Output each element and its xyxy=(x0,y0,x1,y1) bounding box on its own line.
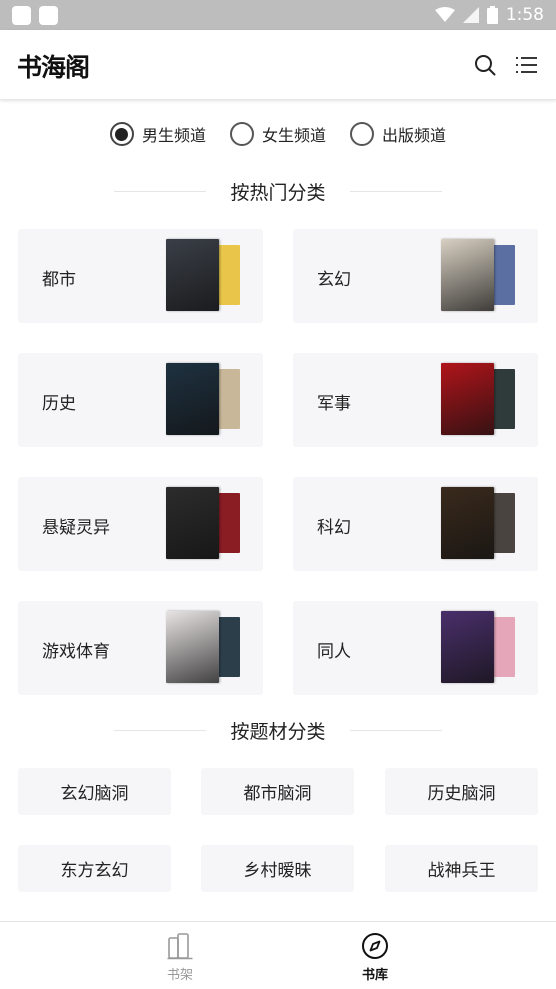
radio-unselected-icon xyxy=(229,122,254,146)
book-cover-front xyxy=(441,611,494,683)
channel-label: 出版频道 xyxy=(382,126,447,145)
compass-icon xyxy=(362,933,388,959)
channel-publish[interactable]: 出版频道 xyxy=(350,122,446,146)
search-button[interactable] xyxy=(470,50,500,80)
category-card[interactable]: 游戏体育 xyxy=(18,601,263,695)
book-cover-front xyxy=(441,363,494,435)
book-cover-front xyxy=(166,363,219,435)
book-cover-back xyxy=(491,493,515,553)
category-name: 同人 xyxy=(317,642,351,662)
signal-icon xyxy=(462,7,479,23)
search-icon xyxy=(475,55,496,76)
category-card[interactable]: 同人 xyxy=(293,601,538,695)
category-name: 悬疑灵异 xyxy=(42,518,110,538)
category-name: 游戏体育 xyxy=(42,642,110,662)
tab-label: 书架 xyxy=(166,968,193,983)
channel-male[interactable]: 男生频道 xyxy=(109,122,206,146)
clock: 1:58 xyxy=(505,5,544,25)
notification-icons xyxy=(12,5,58,25)
category-name: 玄幻 xyxy=(317,270,351,290)
category-name: 都市 xyxy=(42,270,76,290)
battery-icon xyxy=(486,6,498,24)
category-card[interactable]: 军事 xyxy=(293,353,538,447)
book-cover-back xyxy=(216,493,240,553)
book-cover-back xyxy=(491,617,515,677)
wifi-icon xyxy=(434,7,455,23)
notification-icon xyxy=(39,5,58,25)
category-card[interactable]: 都市 xyxy=(18,229,263,323)
topic-chip[interactable]: 乡村暧昧 xyxy=(201,845,354,892)
hot-section-title: 按热门分类 xyxy=(0,178,556,205)
book-cover-back xyxy=(216,369,240,429)
menu-list-icon xyxy=(516,57,537,73)
category-card[interactable]: 悬疑灵异 xyxy=(18,477,263,571)
bookshelf-icon xyxy=(167,933,193,960)
category-card[interactable]: 历史 xyxy=(18,353,263,447)
status-bar: 1:58 xyxy=(0,0,556,30)
section-heading: 按热门分类 xyxy=(230,182,326,204)
notification-icon xyxy=(12,5,31,25)
book-cover-front xyxy=(441,487,494,559)
category-card[interactable]: 玄幻 xyxy=(293,229,538,323)
channel-label: 男生频道 xyxy=(141,126,206,145)
topic-chip[interactable]: 战神兵王 xyxy=(385,845,538,892)
category-name: 军事 xyxy=(317,394,351,414)
book-cover-front xyxy=(166,239,219,311)
topic-chip[interactable]: 历史脑洞 xyxy=(385,768,538,815)
tab-library[interactable]: 书库 xyxy=(345,932,405,983)
menu-button[interactable] xyxy=(512,50,542,80)
book-cover-back xyxy=(216,617,240,677)
radio-unselected-icon xyxy=(350,122,374,146)
app-logo: 书海阁 xyxy=(17,53,90,82)
category-name: 历史 xyxy=(42,394,76,414)
radio-selected-icon xyxy=(109,122,134,146)
book-cover-back xyxy=(491,245,515,305)
divider xyxy=(349,730,442,731)
topic-chip[interactable]: 东方玄幻 xyxy=(18,845,171,892)
channel-label: 女生频道 xyxy=(261,126,326,145)
topic-section-title: 按题材分类 xyxy=(0,717,556,744)
topic-chip[interactable]: 玄幻脑洞 xyxy=(18,768,171,815)
channel-female[interactable]: 女生频道 xyxy=(229,122,326,146)
tab-label: 书库 xyxy=(361,968,388,983)
topic-chip[interactable]: 都市脑洞 xyxy=(201,768,354,815)
book-cover-front xyxy=(441,239,494,311)
book-cover-front xyxy=(166,611,219,683)
bottom-navigation: 书架 书库 xyxy=(0,921,556,989)
tab-bookshelf[interactable]: 书架 xyxy=(150,932,210,983)
book-cover-back xyxy=(216,245,240,305)
category-name: 科幻 xyxy=(317,518,351,538)
section-heading: 按题材分类 xyxy=(230,721,326,743)
book-cover-back xyxy=(491,369,515,429)
channel-selector: 男生频道 女生频道 出版频道 xyxy=(0,122,556,146)
divider xyxy=(114,191,207,192)
divider xyxy=(114,730,207,731)
divider xyxy=(349,191,442,192)
book-cover-front xyxy=(166,487,219,559)
app-header: 书海阁 xyxy=(0,30,556,100)
category-card[interactable]: 科幻 xyxy=(293,477,538,571)
